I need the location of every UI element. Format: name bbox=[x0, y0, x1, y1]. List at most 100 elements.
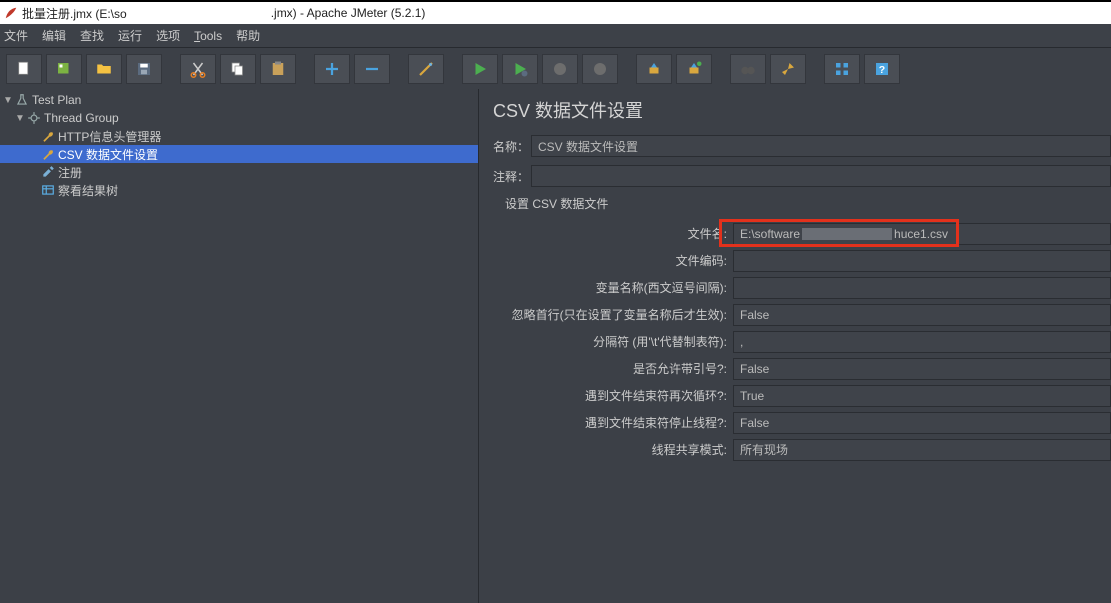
grid-value[interactable] bbox=[733, 277, 1111, 299]
name-input[interactable] bbox=[531, 135, 1111, 157]
tree-item-label: 注册 bbox=[58, 164, 82, 181]
toolbar-remove[interactable] bbox=[354, 54, 390, 84]
grid-row: 遇到文件结束符停止线程?:False bbox=[493, 409, 1111, 436]
toolbar: ? bbox=[0, 47, 1111, 89]
new-file-icon bbox=[15, 60, 33, 78]
grid-row: 文件名:E:\softwarehuce1.csv bbox=[493, 220, 1111, 247]
grid-value[interactable]: E:\softwarehuce1.csv bbox=[733, 223, 1111, 245]
play-current-icon bbox=[511, 60, 529, 78]
template-icon bbox=[55, 60, 73, 78]
toolbar-paste[interactable] bbox=[260, 54, 296, 84]
toolbar-clear[interactable] bbox=[636, 54, 672, 84]
toolbar-copy[interactable] bbox=[220, 54, 256, 84]
plus-icon bbox=[323, 60, 341, 78]
grid-value[interactable]: , bbox=[733, 331, 1111, 353]
settings-grid: 文件名:E:\softwarehuce1.csv文件编码:变量名称(西文逗号间隔… bbox=[493, 220, 1111, 463]
tree-root-label: Test Plan bbox=[32, 93, 81, 107]
grid-value[interactable]: False bbox=[733, 358, 1111, 380]
menu-edit[interactable]: 编辑 bbox=[42, 27, 66, 44]
toolbar-open[interactable] bbox=[86, 54, 122, 84]
grid-row: 线程共享模式:所有现场 bbox=[493, 436, 1111, 463]
tree-toggle-icon[interactable]: ▼ bbox=[2, 95, 14, 106]
config-panel: CSV 数据文件设置 名称： 注释： 设置 CSV 数据文件 文件名:E:\so… bbox=[479, 89, 1111, 603]
tree-panel: ▼ Test Plan ▼ Thread Group HTTP信息头管理器 CS… bbox=[0, 89, 479, 603]
toolbar-templates[interactable] bbox=[46, 54, 82, 84]
menu-search[interactable]: 查找 bbox=[80, 27, 104, 44]
tree-toggle-icon[interactable]: ▼ bbox=[14, 113, 26, 124]
tree-item-register[interactable]: 注册 bbox=[0, 163, 478, 181]
grid-row: 文件编码: bbox=[493, 247, 1111, 274]
toolbar-sweep[interactable] bbox=[676, 54, 712, 84]
grid-value[interactable]: True bbox=[733, 385, 1111, 407]
grid-label: 分隔符 (用'\t'代替制表符): bbox=[493, 333, 733, 350]
grid-row: 变量名称(西文逗号间隔): bbox=[493, 274, 1111, 301]
help-icon: ? bbox=[873, 60, 891, 78]
menu-tools[interactable]: Tools bbox=[194, 29, 222, 43]
grid-label: 文件名: bbox=[493, 225, 733, 242]
work-area: ▼ Test Plan ▼ Thread Group HTTP信息头管理器 CS… bbox=[0, 89, 1111, 603]
jmeter-app-icon bbox=[4, 6, 18, 20]
sweep-icon bbox=[685, 60, 703, 78]
grid-row: 分隔符 (用'\t'代替制表符):, bbox=[493, 328, 1111, 355]
wrench-icon bbox=[40, 128, 56, 144]
config-title: CSV 数据文件设置 bbox=[493, 97, 1111, 123]
title-redacted bbox=[129, 6, 269, 20]
menu-bar: 文件 编辑 查找 运行 选项 Tools 帮助 bbox=[0, 24, 1111, 47]
toolbar-tree-toggle[interactable] bbox=[824, 54, 860, 84]
grid-row: 是否允许带引号?:False bbox=[493, 355, 1111, 382]
tree-item-http-header[interactable]: HTTP信息头管理器 bbox=[0, 127, 478, 145]
grid-row: 遇到文件结束符再次循环?:True bbox=[493, 382, 1111, 409]
paste-icon bbox=[269, 60, 287, 78]
menu-file[interactable]: 文件 bbox=[4, 27, 28, 44]
broom-icon bbox=[779, 60, 797, 78]
toolbar-stop[interactable] bbox=[542, 54, 578, 84]
tree-thread-group[interactable]: ▼ Thread Group bbox=[0, 109, 478, 127]
grid-label: 遇到文件结束符再次循环?: bbox=[493, 387, 733, 404]
toolbar-broom[interactable] bbox=[770, 54, 806, 84]
tree-item-label: HTTP信息头管理器 bbox=[58, 128, 161, 145]
stop-icon bbox=[551, 60, 569, 78]
tree-item-csv[interactable]: CSV 数据文件设置 bbox=[0, 145, 478, 163]
grid-value[interactable]: False bbox=[733, 304, 1111, 326]
grid-value[interactable]: False bbox=[733, 412, 1111, 434]
menu-run[interactable]: 运行 bbox=[118, 27, 142, 44]
toolbar-play-current[interactable] bbox=[502, 54, 538, 84]
toolbar-new[interactable] bbox=[6, 54, 42, 84]
menu-help[interactable]: 帮助 bbox=[236, 27, 260, 44]
copy-icon bbox=[229, 60, 247, 78]
tree-root[interactable]: ▼ Test Plan bbox=[0, 91, 478, 109]
toolbar-find[interactable] bbox=[730, 54, 766, 84]
toolbar-wand[interactable] bbox=[408, 54, 444, 84]
tree-icon bbox=[833, 60, 851, 78]
grid-label: 文件编码: bbox=[493, 252, 733, 269]
title-bar: 批量注册.jmx (E:\so .jmx) - Apache JMeter (5… bbox=[0, 2, 1111, 24]
row-comment: 注释： bbox=[493, 165, 1111, 187]
grid-value[interactable]: 所有现场 bbox=[733, 439, 1111, 461]
toolbar-save[interactable] bbox=[126, 54, 162, 84]
toolbar-stop-all[interactable] bbox=[582, 54, 618, 84]
toolbar-cut[interactable] bbox=[180, 54, 216, 84]
save-icon bbox=[135, 60, 153, 78]
grid-value[interactable] bbox=[733, 250, 1111, 272]
clear-icon bbox=[645, 60, 663, 78]
wrench-icon bbox=[40, 146, 56, 162]
title-prefix: 批量注册.jmx (E:\so bbox=[22, 5, 127, 22]
flask-icon bbox=[14, 92, 30, 108]
stop-all-icon bbox=[591, 60, 609, 78]
name-label: 名称： bbox=[493, 138, 531, 155]
toolbar-help[interactable]: ? bbox=[864, 54, 900, 84]
grid-label: 遇到文件结束符停止线程?: bbox=[493, 414, 733, 431]
tree-item-results[interactable]: 察看结果树 bbox=[0, 181, 478, 199]
comment-input[interactable] bbox=[531, 165, 1111, 187]
toolbar-add[interactable] bbox=[314, 54, 350, 84]
grid-label: 线程共享模式: bbox=[493, 441, 733, 458]
gear-icon bbox=[26, 110, 42, 126]
open-icon bbox=[95, 60, 113, 78]
title-suffix: .jmx) - Apache JMeter (5.2.1) bbox=[271, 6, 426, 20]
grid-row: 忽略首行(只在设置了变量名称后才生效):False bbox=[493, 301, 1111, 328]
toolbar-play[interactable] bbox=[462, 54, 498, 84]
grid-label: 是否允许带引号?: bbox=[493, 360, 733, 377]
grid-label: 忽略首行(只在设置了变量名称后才生效): bbox=[493, 306, 733, 323]
menu-options[interactable]: 选项 bbox=[156, 27, 180, 44]
wand-icon bbox=[417, 60, 435, 78]
